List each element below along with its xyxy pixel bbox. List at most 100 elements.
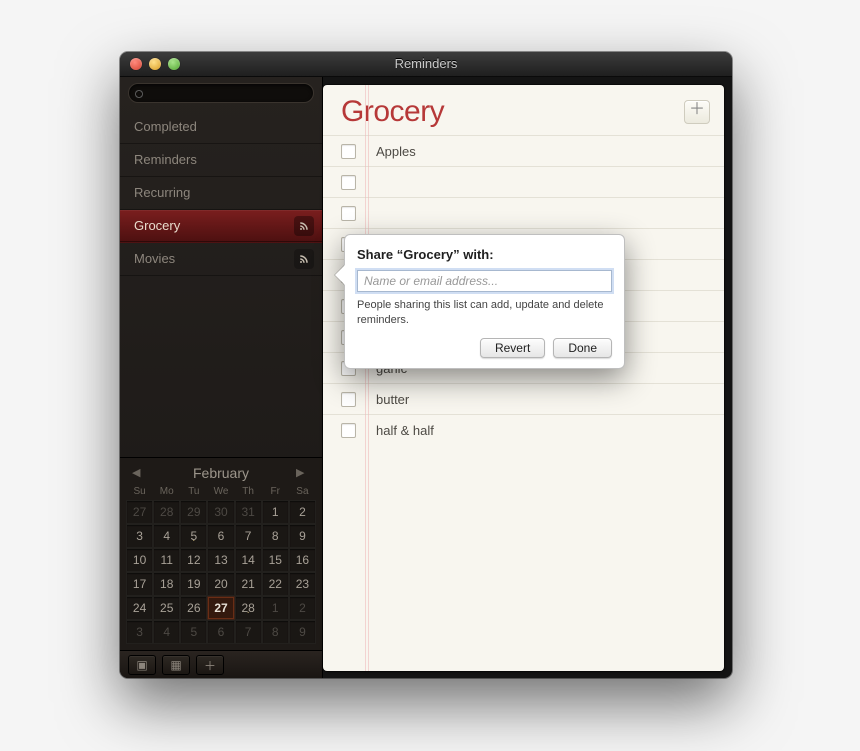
close-window-button[interactable] [130, 58, 142, 70]
minimize-window-button[interactable] [149, 58, 161, 70]
calendar-day[interactable]: 5 [180, 524, 207, 548]
window-title: Reminders [395, 56, 458, 71]
share-icon[interactable] [294, 216, 314, 236]
calendar-day[interactable]: 11 [153, 548, 180, 572]
reminder-checkbox[interactable] [341, 423, 356, 438]
calendar-day[interactable]: 4 [153, 620, 180, 644]
calendar-day[interactable]: 12 [180, 548, 207, 572]
reminder-row[interactable] [323, 197, 724, 228]
calendar-day[interactable]: 8 [262, 620, 289, 644]
reminder-row[interactable] [323, 166, 724, 197]
window-body: Completed Reminders Recurring Grocery Movie… [120, 77, 732, 678]
content-header: Grocery ＋ [323, 85, 724, 135]
sidebar-item-completed[interactable]: Completed [120, 111, 322, 144]
calendar-day[interactable]: 9 [289, 620, 316, 644]
calendar-day[interactable]: 18 [153, 572, 180, 596]
reminder-row[interactable]: butter [323, 383, 724, 414]
sidebar-item-label: Recurring [134, 185, 190, 200]
share-popover: Share “Grocery” with: People sharing thi… [344, 234, 625, 369]
sidebar-item-label: Movies [134, 251, 175, 266]
view-mode-button-b[interactable]: ▦ [162, 655, 190, 675]
sidebar: Completed Reminders Recurring Grocery Movie… [120, 77, 323, 678]
calendar-day[interactable]: 4 [153, 524, 180, 548]
search-input[interactable] [128, 83, 314, 103]
calendar-day[interactable]: 2 [289, 500, 316, 524]
calendar-day[interactable]: 23 [289, 572, 316, 596]
view-mode-button-a[interactable]: ▣ [128, 655, 156, 675]
sidebar-item-movies[interactable]: Movies [120, 243, 322, 276]
calendar-day[interactable]: 2 [289, 596, 316, 620]
calendar-day[interactable]: 8 [262, 524, 289, 548]
calendar-day[interactable]: 28 [153, 500, 180, 524]
calendar-day[interactable]: 3 [126, 620, 153, 644]
reminder-row[interactable]: half & half [323, 414, 724, 445]
sidebar-item-reminders[interactable]: Reminders [120, 144, 322, 177]
search-wrap [120, 77, 322, 107]
mini-calendar: ◀ February ▶ SuMoTuWeThFrSa 272829303112… [120, 457, 322, 650]
revert-button[interactable]: Revert [480, 338, 545, 358]
calendar-day[interactable]: 6 [207, 524, 234, 548]
window-controls [130, 58, 180, 70]
sidebar-bottom-toolbar: ▣ ▦ ＋ [120, 650, 322, 678]
calendar-day[interactable]: 21 [235, 572, 262, 596]
reminder-label: Apples [376, 144, 416, 159]
reminder-checkbox[interactable] [341, 175, 356, 190]
calendar-day[interactable]: 22 [262, 572, 289, 596]
calendar-day[interactable]: 26 [180, 596, 207, 620]
calendar-day[interactable]: 31 [235, 500, 262, 524]
calendar-next-month[interactable]: ▶ [296, 466, 310, 480]
calendar-day[interactable]: 14 [235, 548, 262, 572]
calendar-dow: We [207, 484, 234, 500]
calendar-day[interactable]: 17 [126, 572, 153, 596]
reminder-label: butter [376, 392, 409, 407]
calendar-day[interactable]: 1 [262, 596, 289, 620]
app-window: Reminders Completed Reminders Recurring Gro… [120, 52, 732, 678]
share-popover-title: Share “Grocery” with: [357, 247, 612, 262]
calendar-day[interactable]: 13 [207, 548, 234, 572]
calendar-day[interactable]: 16 [289, 548, 316, 572]
calendar-day[interactable]: 27 [207, 596, 234, 620]
reminder-checkbox[interactable] [341, 206, 356, 221]
titlebar: Reminders [120, 52, 732, 77]
sidebar-item-grocery[interactable]: Grocery [120, 210, 322, 243]
calendar-day[interactable]: 3 [126, 524, 153, 548]
calendar-day[interactable]: 20 [207, 572, 234, 596]
calendar-day[interactable]: 7 [235, 620, 262, 644]
zoom-window-button[interactable] [168, 58, 180, 70]
content-pane: Grocery ＋ Applesfennelgarlicbutterhalf &… [323, 85, 724, 671]
reminder-row[interactable]: Apples [323, 135, 724, 166]
calendar-day[interactable]: 29 [180, 500, 207, 524]
calendar-day[interactable]: 7 [235, 524, 262, 548]
calendar-dow: Th [235, 484, 262, 500]
calendar-prev-month[interactable]: ◀ [132, 466, 146, 480]
calendar-day[interactable]: 24 [126, 596, 153, 620]
calendar-day[interactable]: 19 [180, 572, 207, 596]
sidebar-item-recurring[interactable]: Recurring [120, 177, 322, 210]
calendar-day[interactable]: 27 [126, 500, 153, 524]
calendar-month-label: February [193, 465, 249, 481]
calendar-day[interactable]: 10 [126, 548, 153, 572]
list-title: Grocery [341, 95, 444, 129]
share-icon[interactable] [294, 249, 314, 269]
share-recipient-input[interactable] [357, 270, 612, 292]
reminder-checkbox[interactable] [341, 144, 356, 159]
add-reminder-button[interactable]: ＋ [684, 100, 710, 124]
calendar-day[interactable]: 9 [289, 524, 316, 548]
reminder-checkbox[interactable] [341, 392, 356, 407]
calendar-day[interactable]: 25 [153, 596, 180, 620]
calendar-day[interactable]: 28 [235, 596, 262, 620]
new-list-button[interactable]: ＋ [196, 655, 224, 675]
calendar-dow: Tu [180, 484, 207, 500]
calendar-day[interactable]: 6 [207, 620, 234, 644]
sidebar-item-label: Completed [134, 119, 197, 134]
calendar-day[interactable]: 5 [180, 620, 207, 644]
calendar-day[interactable]: 15 [262, 548, 289, 572]
calendar-day[interactable]: 1 [262, 500, 289, 524]
calendar-days-grid: 2728293031123456789101112131415161718192… [126, 500, 316, 644]
done-button[interactable]: Done [553, 338, 612, 358]
calendar-header: ◀ February ▶ [126, 464, 316, 482]
calendar-day[interactable]: 30 [207, 500, 234, 524]
calendar-dow: Sa [289, 484, 316, 500]
calendar-dow-row: SuMoTuWeThFrSa [126, 484, 316, 500]
calendar-dow: Fr [262, 484, 289, 500]
